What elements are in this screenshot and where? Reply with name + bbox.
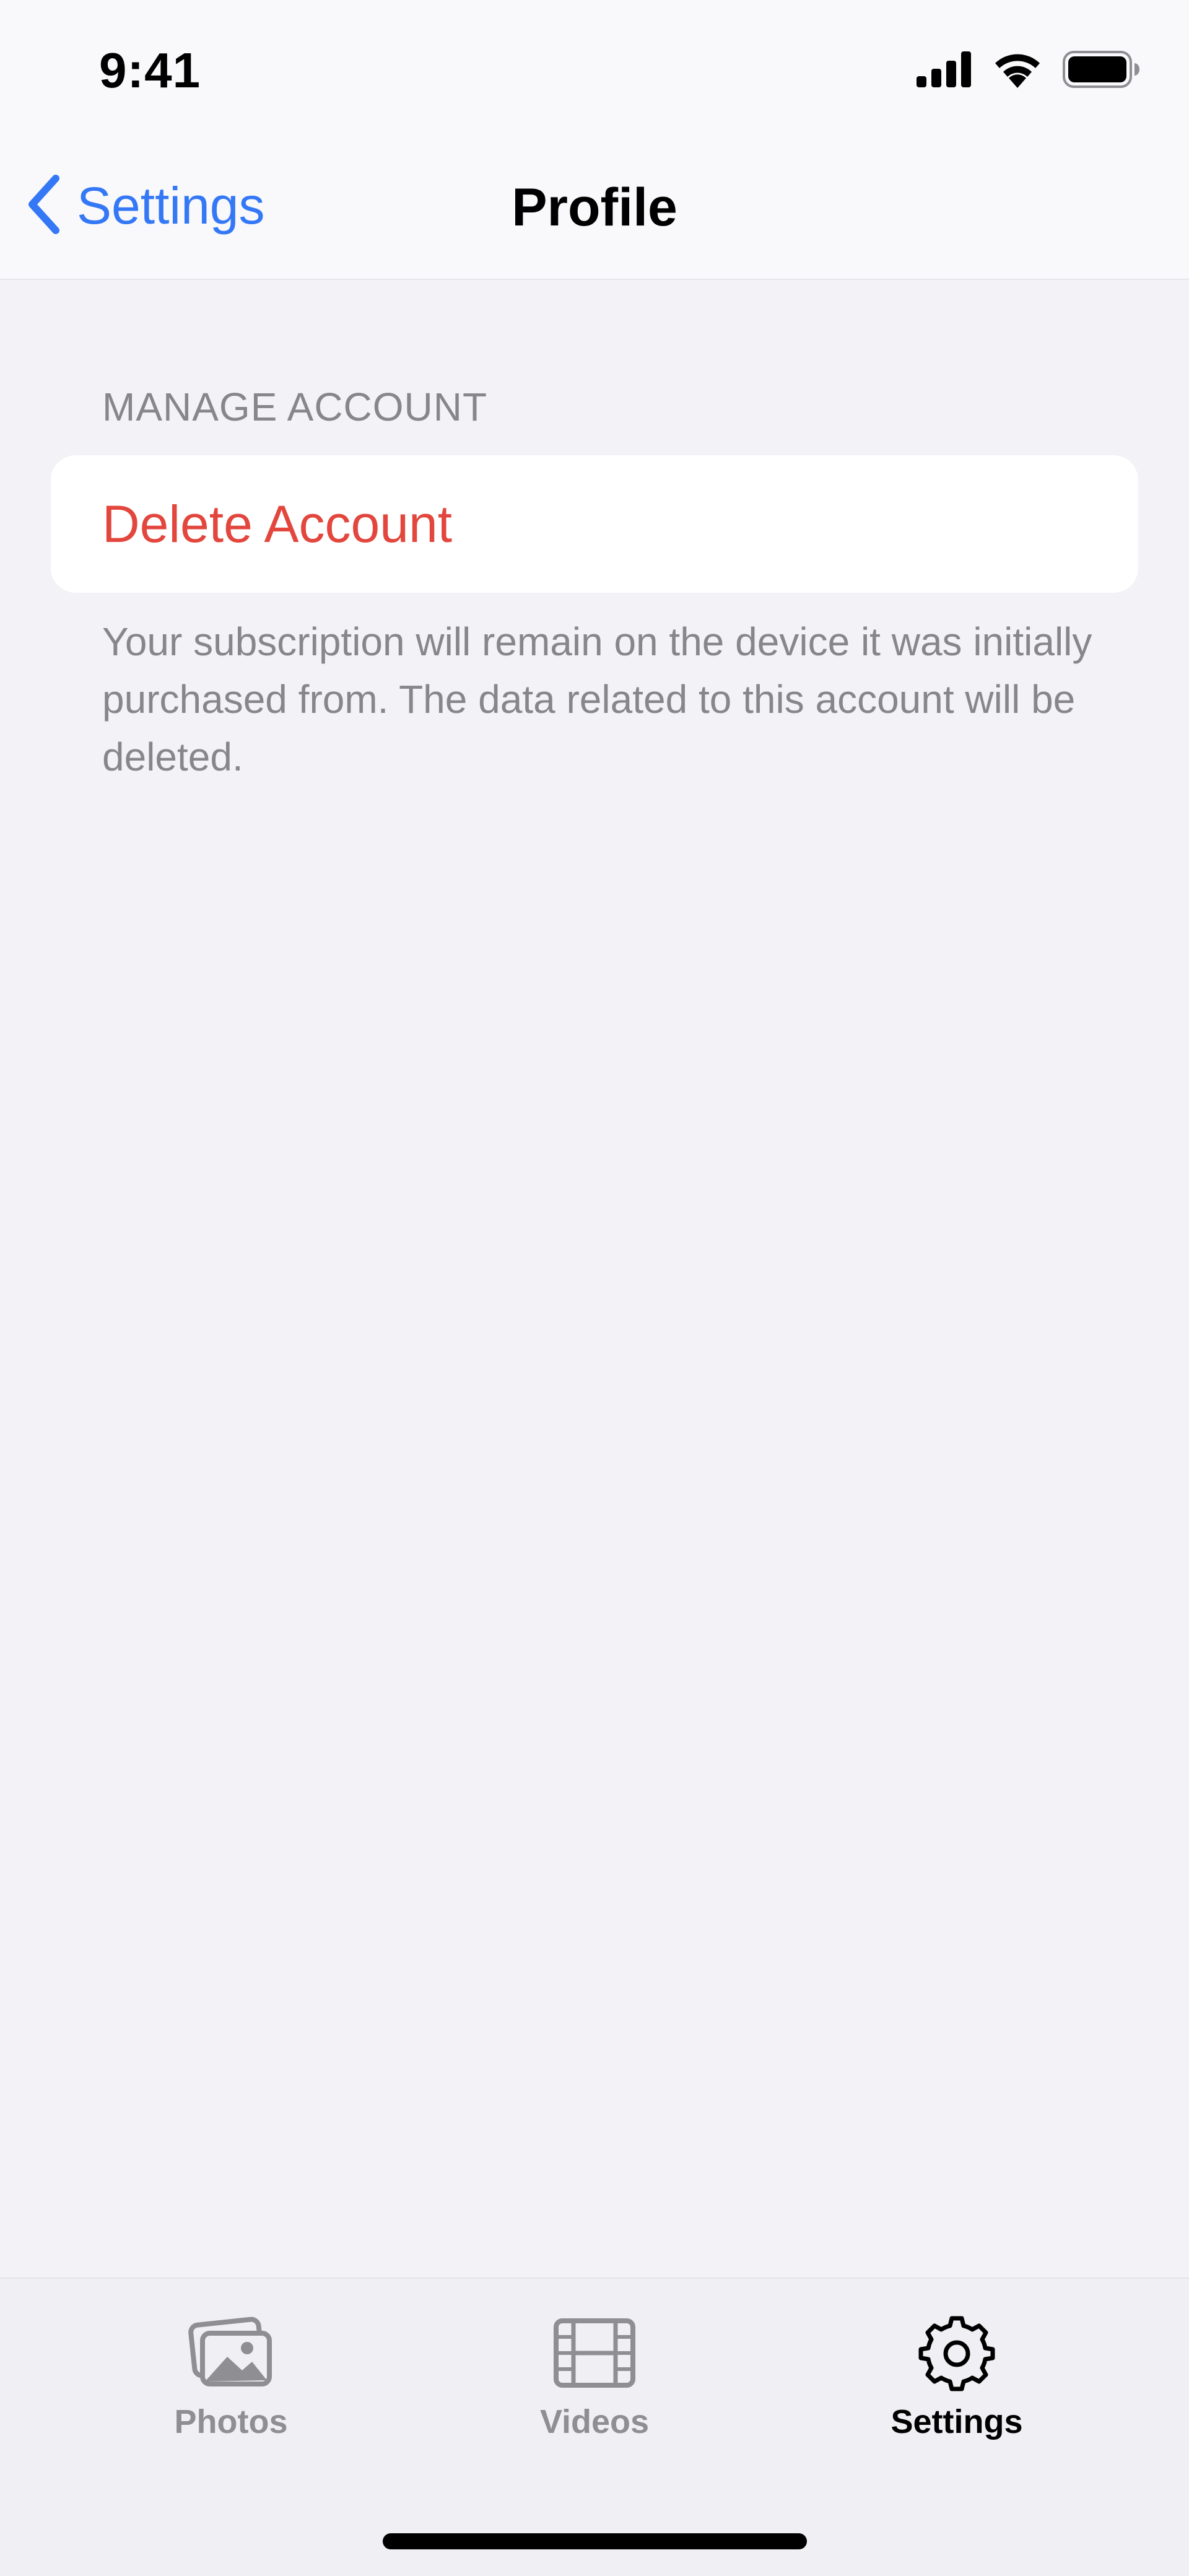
battery-icon (1063, 51, 1139, 91)
status-icons (917, 51, 1139, 91)
manage-account-card: Delete Account (51, 455, 1138, 593)
status-bar: 9:41 (0, 0, 1189, 136)
page-title: Profile (512, 178, 677, 237)
tab-settings-label: Settings (891, 2403, 1023, 2440)
cellular-signal-icon (917, 51, 972, 90)
delete-account-button[interactable]: Delete Account (102, 455, 452, 593)
tab-bar: Photos Videos Settings (0, 2277, 1189, 2576)
film-icon (551, 2310, 638, 2396)
tab-photos-label: Photos (174, 2403, 288, 2440)
tab-videos[interactable]: Videos (471, 2310, 718, 2458)
tab-photos[interactable]: Photos (107, 2310, 355, 2458)
status-time: 9:41 (99, 43, 201, 98)
tab-videos-label: Videos (539, 2403, 650, 2440)
section-footer: Your subscription will remain on the dev… (102, 619, 1092, 779)
section-header: MANAGE ACCOUNT (102, 385, 488, 429)
nav-bar: Settings Profile (0, 136, 1189, 280)
wifi-icon (992, 51, 1043, 91)
photos-icon (188, 2310, 274, 2396)
gear-icon (913, 2310, 1000, 2396)
tab-settings[interactable]: Settings (833, 2310, 1081, 2458)
home-indicator (383, 2533, 807, 2549)
